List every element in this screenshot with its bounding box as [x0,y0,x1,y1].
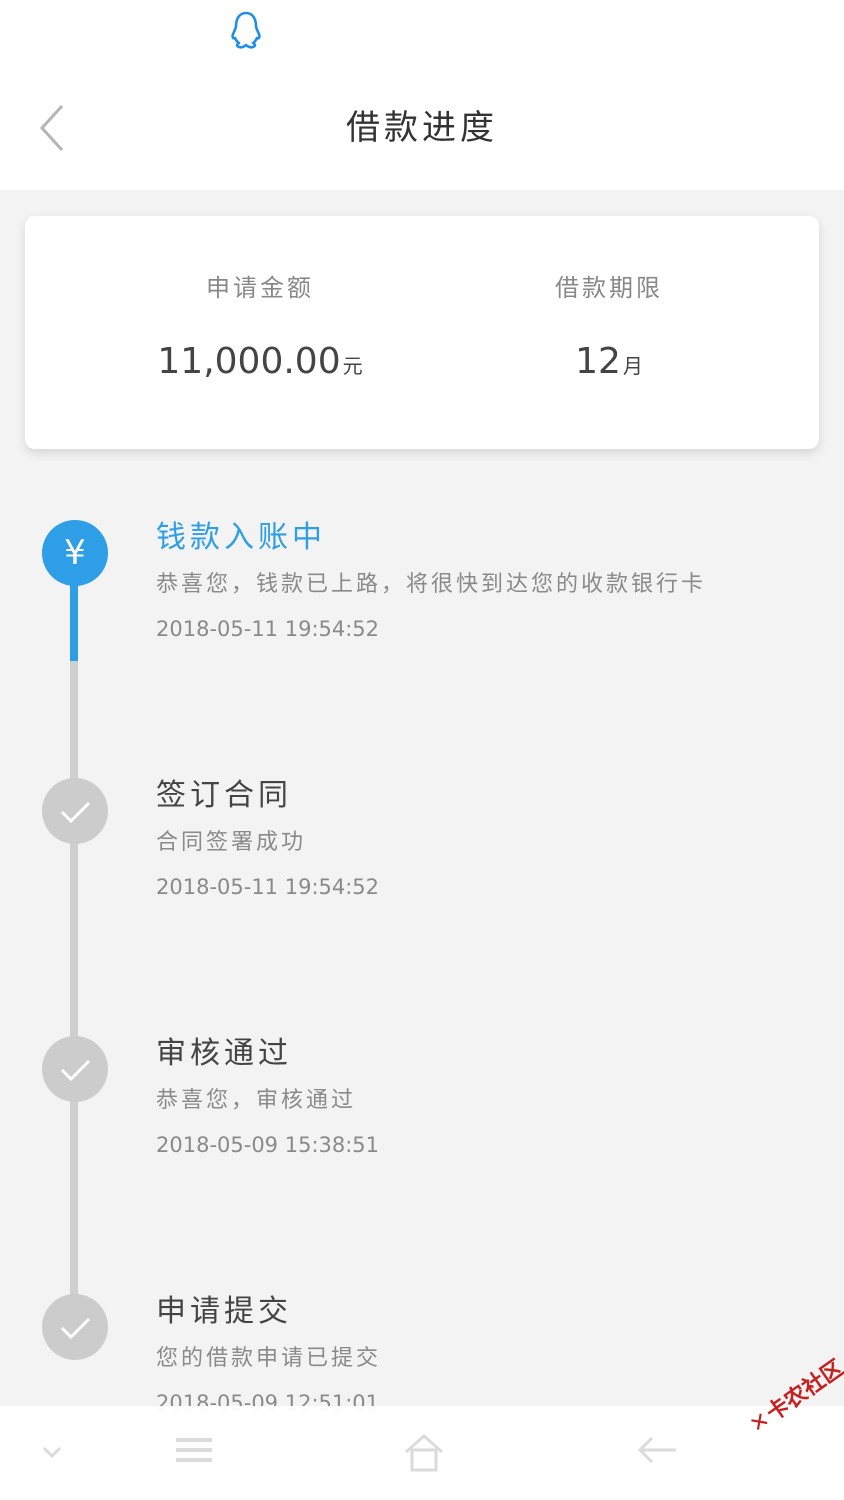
page-title: 借款进度 [346,108,498,148]
step-title: 申请提交 [156,1294,292,1329]
step-status-done [42,1294,108,1360]
step-description: 您的借款申请已提交 [156,1346,382,1371]
step-status-done [42,778,108,844]
timeline-step: 签订合同 合同签署成功 2018-05-11 19:54:52 [156,776,816,902]
qq-penguin-icon [231,11,261,49]
menu-icon[interactable] [172,1428,216,1472]
amount-value-row: 11,000.00 元 [110,341,410,382]
timeline-step: 审核通过 恭喜您，审核通过 2018-05-09 15:38:51 [156,1034,816,1160]
term-label: 借款期限 [555,274,663,302]
home-icon[interactable] [400,1428,448,1476]
loan-summary-card: 申请金额 11,000.00 元 借款期限 12 月 [25,216,819,449]
status-bar [0,0,844,62]
term-value: 12 [575,341,621,382]
back-arrow-icon[interactable] [634,1428,682,1472]
term-unit: 月 [622,354,643,378]
system-nav-bar [0,1406,844,1500]
step-title: 签订合同 [156,778,292,813]
check-icon [60,1317,91,1340]
check-icon [60,1059,91,1082]
step-description: 恭喜您，审核通过 [156,1088,357,1113]
step-description: 合同签署成功 [156,830,307,855]
chevron-down-icon[interactable] [40,1442,64,1462]
step-title: 钱款入账中 [156,520,326,555]
step-timestamp: 2018-05-09 15:38:51 [156,1133,380,1157]
nav-bar: 借款进度 [0,62,844,190]
step-title: 审核通过 [156,1036,292,1071]
term-value-row: 12 月 [459,341,759,382]
step-timestamp: 2018-05-11 19:54:52 [156,875,380,899]
check-icon [60,801,91,824]
timeline-step: 申请提交 您的借款申请已提交 2018-05-09 12:51:01 [156,1292,816,1418]
term-column: 借款期限 12 月 [459,268,759,382]
yen-icon: ¥ [64,533,86,573]
timeline-progress [70,585,78,661]
step-timestamp: 2018-05-11 19:54:52 [156,617,380,641]
step-status-done [42,1036,108,1102]
amount-unit: 元 [342,354,363,378]
step-description: 恭喜您，钱款已上路，将很快到达您的收款银行卡 [156,572,707,597]
timeline-step: 钱款入账中 恭喜您，钱款已上路，将很快到达您的收款银行卡 2018-05-11 … [156,518,816,644]
amount-label: 申请金额 [206,274,314,302]
timeline-track [70,585,78,1345]
amount-value: 11,000.00 [157,341,341,382]
step-status-active: ¥ [42,520,108,586]
amount-column: 申请金额 11,000.00 元 [110,268,410,382]
